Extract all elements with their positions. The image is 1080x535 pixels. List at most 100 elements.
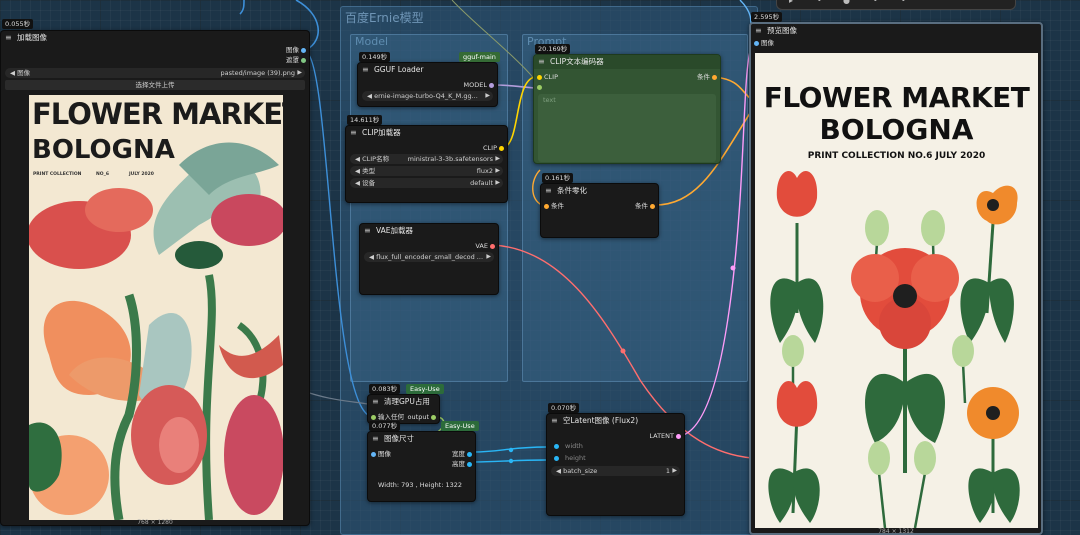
preview-image-node[interactable]: ≡ 预览图像 图像 FLOWER MARKET BOLOGNA PRINT CO… — [749, 22, 1043, 535]
int-port[interactable] — [554, 444, 559, 449]
device-selector[interactable]: ◀ 设备 default ▶ — [350, 178, 503, 188]
int-port[interactable] — [554, 456, 559, 461]
subgroup-title: Model — [355, 35, 389, 48]
node-title[interactable]: ≡ 加载图像 — [1, 31, 309, 45]
arrow-right-icon[interactable]: ▶ — [297, 68, 302, 78]
output-clip[interactable]: CLIP — [346, 143, 507, 153]
menu-icon[interactable]: ≡ — [372, 395, 381, 409]
model-port[interactable] — [489, 83, 494, 88]
arrow-right-icon[interactable]: ▶ — [495, 154, 500, 164]
menu-icon[interactable]: ≡ — [538, 55, 547, 69]
input-image[interactable]: 图像 — [751, 38, 1041, 48]
timing-badge: 0.149秒 — [359, 52, 391, 62]
clip-port[interactable] — [499, 146, 504, 151]
input-output-cond[interactable]: 条件 条件 — [541, 201, 658, 211]
image-selector[interactable]: ◀ 图像 pasted/image (39).png ▶ — [5, 68, 305, 78]
more-icon[interactable]: • — [901, 0, 906, 5]
upload-button[interactable]: 选择文件上传 — [5, 80, 305, 90]
gear-icon[interactable]: ● — [843, 0, 850, 5]
timing-badge: 20.169秒 — [535, 44, 571, 54]
node-title[interactable]: ≡ 预览图像 — [751, 24, 1041, 38]
size-result-text: Width: 793 , Height: 1322 — [378, 481, 463, 489]
package-badge: Easy-Use — [441, 421, 479, 431]
vae-selector[interactable]: ◀ flux_full_encoder_small_decod ... ▶ — [364, 252, 494, 262]
text-input-port[interactable] — [534, 82, 720, 92]
menu-icon[interactable]: ≡ — [362, 63, 371, 77]
cond-port[interactable] — [650, 204, 655, 209]
menu-icon[interactable]: ≡ — [551, 414, 560, 428]
text-port[interactable] — [537, 85, 542, 90]
image-size-caption: 768 × 1280 — [137, 519, 173, 526]
output-latent[interactable]: LATENT — [547, 431, 684, 441]
image-size-node[interactable]: ≡ 图像尺寸 图像 宽度 高度 Width: 793 , Height: 1322 — [367, 431, 476, 502]
cursor-icon[interactable]: ▸ — [789, 0, 793, 5]
load-image-node[interactable]: ≡ 加载图像 图像 遮罩 ◀ 图像 pasted/image (39).png ▶ 选… — [0, 30, 310, 526]
arrow-right-icon[interactable]: ▶ — [486, 252, 491, 262]
menu-icon[interactable]: ≡ — [372, 432, 381, 446]
image-port[interactable] — [371, 452, 376, 457]
clip-port[interactable] — [537, 75, 542, 80]
empty-latent-node[interactable]: ≡ 空Latent图像 (Flux2) LATENT width height ◀… — [546, 413, 685, 516]
node-title[interactable]: ≡ CLIP文本编码器 — [534, 55, 720, 69]
latent-port[interactable] — [676, 434, 681, 439]
any-port[interactable] — [371, 415, 376, 420]
height-input[interactable]: height — [551, 454, 680, 463]
clean-gpu-node[interactable]: ≡ 清理GPU占用 输入任何 output — [367, 394, 440, 424]
cond-port[interactable] — [712, 75, 717, 80]
arrow-right-icon[interactable]: ▶ — [495, 178, 500, 188]
prompt-textarea[interactable]: text — [538, 94, 716, 162]
clip-text-encode-node[interactable]: ≡ CLIP文本编码器 CLIP 条件 text — [533, 54, 721, 164]
input-clip-output-cond[interactable]: CLIP 条件 — [534, 72, 720, 82]
width-input[interactable]: width — [551, 442, 680, 451]
node-title[interactable]: ≡ 条件零化 — [541, 184, 658, 198]
menu-icon[interactable]: ≡ — [5, 31, 14, 45]
package-badge: Easy-Use — [406, 384, 444, 394]
node-title[interactable]: ≡ VAE加载器 — [360, 224, 498, 238]
any-port[interactable] — [431, 415, 436, 420]
arrow-right-icon[interactable]: ▶ — [672, 466, 677, 476]
output-vae[interactable]: VAE — [360, 241, 498, 251]
canvas-toolbar: ▸ • ● • • — [776, 0, 1016, 10]
image-port[interactable] — [301, 48, 306, 53]
batch-size-stepper[interactable]: ◀ batch_size 1 ▶ — [551, 466, 680, 476]
menu-icon[interactable]: ≡ — [545, 184, 554, 198]
image-port[interactable] — [754, 41, 759, 46]
cond-port[interactable] — [544, 204, 549, 209]
output-mask[interactable]: 遮罩 — [1, 55, 309, 65]
gguf-model-selector[interactable]: ◀ ernie-image-turbo-Q4_K_M.gg... ▶ — [362, 91, 493, 101]
poster-meta3: JULY 2020 — [129, 172, 154, 177]
input-image-output-width[interactable]: 图像 宽度 — [368, 449, 475, 459]
package-badge: gguf-main — [459, 52, 500, 62]
gguf-loader-node[interactable]: ≡ GGUF Loader MODEL ◀ ernie-image-turbo-Q… — [357, 62, 498, 107]
poster-line2: BOLOGNA — [32, 135, 175, 165]
menu-icon[interactable]: ≡ — [350, 126, 359, 140]
timing-badge: 0.055秒 — [2, 19, 34, 29]
timing-badge: 0.070秒 — [548, 403, 580, 413]
menu-icon[interactable]: ≡ — [364, 224, 373, 238]
node-title[interactable]: ≡ 空Latent图像 (Flux2) — [547, 414, 684, 428]
arrow-right-icon[interactable]: ▶ — [485, 91, 490, 101]
output-height[interactable]: 高度 — [368, 459, 475, 469]
image-size-caption: 784 × 1312 — [878, 528, 914, 535]
vae-loader-node[interactable]: ≡ VAE加载器 VAE ◀ flux_full_encoder_small_de… — [359, 223, 499, 295]
int-port[interactable] — [467, 452, 472, 457]
clip-name-selector[interactable]: ◀ CLIP名称 ministral-3-3b.safetensors ▶ — [350, 154, 503, 164]
int-port[interactable] — [467, 462, 472, 467]
type-selector[interactable]: ◀ 类型 flux2 ▶ — [350, 166, 503, 176]
arrow-right-icon[interactable]: ▶ — [495, 166, 500, 176]
output-image[interactable]: 图像 — [1, 45, 309, 55]
mask-port[interactable] — [301, 58, 306, 63]
poster-line2: BOLOGNA — [819, 113, 974, 146]
node-title[interactable]: ≡ GGUF Loader — [358, 63, 497, 77]
clip-loader-node[interactable]: ≡ CLIP加载器 CLIP ◀ CLIP名称 ministral-3-3b.saf… — [345, 125, 508, 203]
node-title[interactable]: ≡ CLIP加载器 — [346, 126, 507, 140]
conditioning-zero-node[interactable]: ≡ 条件零化 条件 条件 — [540, 183, 659, 238]
node-title[interactable]: ≡ 图像尺寸 — [368, 432, 475, 446]
output-model[interactable]: MODEL — [358, 80, 497, 90]
dot-icon[interactable]: • — [817, 0, 822, 5]
node-title[interactable]: ≡ 清理GPU占用 — [368, 395, 439, 409]
menu-icon[interactable]: ≡ — [755, 24, 764, 38]
hand-icon[interactable]: • — [873, 0, 878, 5]
timing-badge: 2.595秒 — [751, 12, 783, 22]
vae-port[interactable] — [490, 244, 495, 249]
